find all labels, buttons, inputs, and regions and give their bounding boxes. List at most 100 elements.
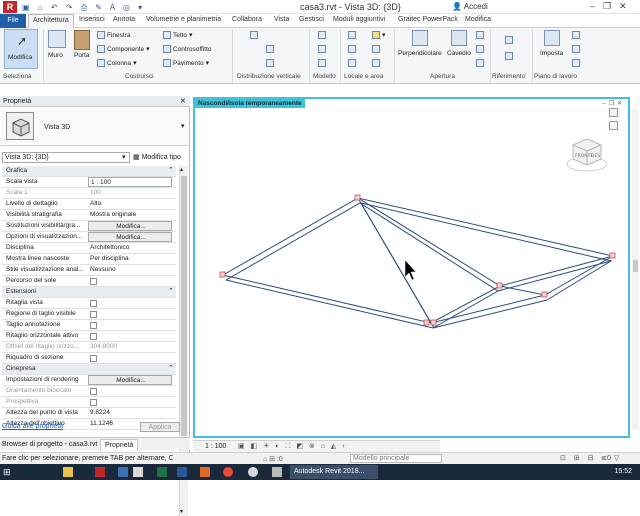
railing-icon[interactable] <box>266 45 274 53</box>
ref-plane-icon[interactable] <box>572 45 580 53</box>
property-value[interactable]: 304.8000 <box>88 342 172 352</box>
property-value[interactable]: Nessuno <box>88 265 172 275</box>
wall-button[interactable]: Muro <box>48 30 66 59</box>
active-workset-select[interactable]: Modello principale <box>350 454 442 463</box>
viewport-scrollbar[interactable] <box>632 110 639 430</box>
group-select-label[interactable]: Seleziona <box>3 73 32 80</box>
property-value[interactable]: Architettonico <box>88 243 172 253</box>
revit-logo-icon[interactable]: R <box>3 1 17 13</box>
app-icon[interactable] <box>248 467 258 477</box>
tab-collabora[interactable]: Collabora <box>232 16 262 23</box>
grip-point[interactable] <box>430 319 437 326</box>
app-icon[interactable] <box>118 467 128 477</box>
scroll-thumb[interactable] <box>633 260 638 272</box>
file-explorer-icon[interactable] <box>63 467 73 477</box>
user-account[interactable]: 👤 Accedi <box>452 2 488 11</box>
tab-properties[interactable]: Proprietà <box>100 439 139 451</box>
tab-volumetrie[interactable]: Volumetrie e planimetria <box>146 16 221 23</box>
level-icon[interactable] <box>505 36 513 44</box>
window-controls[interactable]: –❐✕ <box>590 1 635 12</box>
grid-icon[interactable] <box>505 52 513 60</box>
property-checkbox[interactable] <box>90 278 97 285</box>
collapse-icon[interactable]: ⌃ <box>168 364 174 372</box>
set-workplane-button[interactable]: Imposta <box>540 30 563 57</box>
grip-point[interactable] <box>609 252 616 259</box>
area-boundary-icon[interactable] <box>372 45 380 53</box>
group-room-label[interactable]: Locale e area <box>344 73 383 80</box>
roof-button[interactable]: Tetto ▾ <box>163 31 193 40</box>
component-button[interactable]: Componente ▾ <box>97 45 150 54</box>
login-label[interactable]: Accedi <box>464 2 488 11</box>
room-icon[interactable] <box>348 31 356 39</box>
revit-taskbar-icon[interactable] <box>95 467 105 477</box>
property-value[interactable]: 100 <box>88 188 172 198</box>
property-checkbox[interactable] <box>90 399 97 406</box>
chevron-down-icon[interactable]: ▾ <box>181 122 185 130</box>
edit-button[interactable]: Modifica... <box>88 221 172 231</box>
tab-graitec[interactable]: Graitec PowerPack <box>398 16 458 23</box>
apply-button[interactable]: Applica <box>140 422 180 432</box>
edit-type-button[interactable]: ▦ Modifica tipo <box>133 153 181 161</box>
edit-button[interactable]: Modifica... <box>88 232 172 242</box>
model-text-icon[interactable] <box>318 31 326 39</box>
window-button[interactable]: Finestra <box>97 31 130 39</box>
status-tool-icons[interactable]: ⌂ ⊞ :0 <box>263 455 283 463</box>
quick-access-toolbar[interactable]: ▣ ⌂ ↶ ↷ ⎙ ✎ A ◎ ▾ <box>22 3 145 13</box>
property-value[interactable]: Per disciplina <box>88 254 172 264</box>
instance-selector[interactable]: Vista 3D: {3D} ▾ <box>2 152 130 163</box>
model-group-icon[interactable] <box>318 59 326 67</box>
property-checkbox[interactable] <box>90 333 97 340</box>
group-extents[interactable]: Estensioni ⌃ <box>2 287 176 298</box>
tab-project-browser[interactable]: Browser di progetto - casa3.rvt <box>2 441 97 448</box>
group-graphics[interactable]: Grafica ⌃ <box>2 166 176 177</box>
zoom-icon[interactable] <box>609 121 618 130</box>
tab-annota[interactable]: Annota <box>113 16 135 23</box>
tab-gestisci[interactable]: Gestisci <box>299 16 324 23</box>
grip-point[interactable] <box>541 291 548 298</box>
excel-icon[interactable] <box>157 467 167 477</box>
floor-button[interactable]: Pavimento ▾ <box>163 59 209 68</box>
grip-point[interactable] <box>423 319 430 326</box>
scroll-down-icon[interactable]: ▾ <box>180 508 183 515</box>
view-scale[interactable]: 1 : 100 <box>205 443 226 450</box>
opening-vertical-icon[interactable] <box>476 59 484 67</box>
property-checkbox[interactable] <box>90 388 97 395</box>
curtain-system-icon[interactable] <box>250 31 258 39</box>
property-value[interactable]: Mostra originale <box>88 210 172 220</box>
app-icon[interactable] <box>200 467 210 477</box>
close-icon[interactable]: ✕ <box>619 1 635 11</box>
scroll-up-icon[interactable]: ▴ <box>180 166 183 173</box>
grip-point[interactable] <box>219 271 226 278</box>
view-control-icons[interactable]: ▣ ◧ ☀ ◐ ⛶ ◩ ⊗ ⌂ ◭ ‹ <box>238 442 347 451</box>
room-tag-icon[interactable] <box>348 59 356 67</box>
tab-file[interactable]: File <box>0 14 26 28</box>
tab-moduli[interactable]: Moduli aggiuntivi <box>333 16 385 23</box>
room-separator-icon[interactable] <box>348 45 356 53</box>
door-button[interactable]: Porta <box>74 30 90 59</box>
group-camera[interactable]: Cinepresa ⌃ <box>2 364 176 375</box>
property-checkbox[interactable] <box>90 355 97 362</box>
modify-button[interactable]: ➚ Modifica <box>4 29 38 69</box>
minimize-icon[interactable]: – <box>590 1 603 11</box>
tab-inserisci[interactable]: Inserisci <box>79 16 105 23</box>
property-checkbox[interactable] <box>90 322 97 329</box>
tab-vista[interactable]: Vista <box>274 16 289 23</box>
model-line-icon[interactable] <box>318 45 326 53</box>
taskbar-revit-app[interactable]: Autodesk Revit 2018... <box>290 465 378 479</box>
grip-point[interactable] <box>496 282 503 289</box>
steering-wheel-icon[interactable] <box>609 108 618 117</box>
opening-wall-icon[interactable] <box>476 45 484 53</box>
viewer-icon[interactable] <box>572 59 580 67</box>
roof-model[interactable] <box>195 99 628 436</box>
type-selector[interactable]: Vista 3D ▾ <box>1 108 189 146</box>
column-button[interactable]: Colonna ▾ <box>97 59 137 68</box>
property-value[interactable]: 9.8224 <box>88 408 172 418</box>
restore-icon[interactable]: ❐ <box>603 1 619 11</box>
perpendicular-button[interactable]: Perpendicolare <box>398 30 442 57</box>
property-value[interactable]: Alto <box>88 199 172 209</box>
tab-architettura[interactable]: Architettura <box>28 14 74 28</box>
app-icon[interactable] <box>133 467 143 477</box>
close-icon[interactable]: ✕ <box>180 97 186 105</box>
opening-dormer-icon[interactable] <box>476 31 484 39</box>
grip-point[interactable] <box>354 194 361 201</box>
